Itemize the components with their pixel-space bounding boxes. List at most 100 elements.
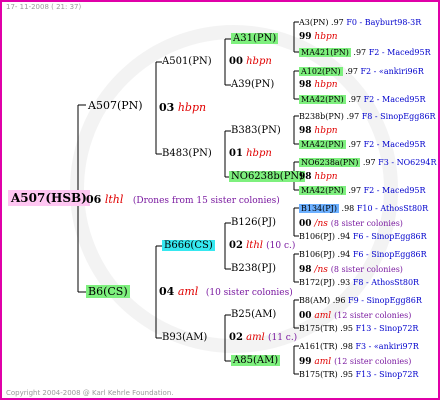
- leaf-value: .97: [348, 95, 362, 104]
- leaf-value: .98: [341, 204, 355, 213]
- queen-colony[interactable]: A507(PN): [88, 99, 143, 112]
- leaf-name: A3(PN): [299, 18, 329, 27]
- root-gen: 06: [86, 193, 102, 206]
- leaf-source: F8 - AthosSt80R: [352, 278, 420, 287]
- leaf-value: .98: [340, 342, 353, 351]
- a501-gen: 00: [229, 56, 243, 67]
- b483-gen: 01: [229, 148, 243, 159]
- leaf-name: B134(PJ): [299, 204, 339, 213]
- b93-colony[interactable]: B93(AM): [162, 331, 207, 344]
- leaf-row[interactable]: A3(PN) .97 F0 - Bayburt98-3R: [299, 16, 421, 29]
- leaf-value: .94: [337, 232, 351, 241]
- leaf-row[interactable]: NO6238a(PN) .97 F3 - NO6294R: [299, 156, 437, 169]
- root-label: A507(HSB): [8, 190, 90, 206]
- leaf-value: .97: [348, 186, 362, 195]
- leaf-name: B106(PJ): [299, 250, 335, 259]
- queen-info: 03 hbpn: [159, 101, 206, 114]
- b93-breeder: aml: [246, 332, 265, 343]
- leaf-row[interactable]: B106(PJ) .94 F6 - SinopEgg86R: [299, 230, 427, 243]
- b238-colony[interactable]: B238(PJ): [231, 262, 276, 275]
- leaf-row[interactable]: B8(AM) .96 F9 - SinopEgg86R: [299, 294, 422, 307]
- a39-colony[interactable]: A39(PN): [231, 78, 274, 91]
- no6238b-colony[interactable]: NO6238b(PN): [229, 170, 306, 183]
- a31-colony[interactable]: A31(PN): [231, 32, 279, 45]
- leaf-value: .97: [362, 158, 376, 167]
- leaf-row[interactable]: MA42(PN) .97 F2 - Maced95R: [299, 184, 426, 197]
- leaf-row[interactable]: MA421(PN) .97 F2 - Maced95R: [299, 46, 431, 59]
- copyright-text: Copyright 2004-2008 @ Karl Kehrle Founda…: [6, 389, 174, 397]
- b25-info: 00 aml (12 sister colonies): [299, 309, 411, 323]
- leaf-name: MA42(PN): [299, 140, 346, 149]
- b383-info: 98 hbpn: [299, 125, 338, 138]
- leaf-value: .97: [345, 67, 358, 76]
- a31-info: 99 hbpn: [299, 31, 338, 44]
- leaf-value: .95: [340, 370, 354, 379]
- leaf-value: .97: [346, 112, 360, 121]
- leaf-name: MA421(PN): [299, 48, 351, 57]
- leaf-row[interactable]: B175(TR) .95 F13 - Sinop72R: [299, 322, 418, 335]
- leaf-value: .95: [340, 324, 354, 333]
- root-colony[interactable]: A507(HSB): [8, 190, 90, 206]
- drone-line-note: (10 sister colonies): [205, 288, 293, 298]
- drone-line-breeder: aml: [177, 285, 199, 298]
- b126-gen: 00: [299, 219, 312, 229]
- a501-colony[interactable]: A501(PN): [162, 55, 212, 68]
- a85-colony[interactable]: A85(AM): [231, 354, 281, 367]
- b238-note: (8 sister colonies): [330, 265, 403, 274]
- leaf-value: .97: [353, 48, 367, 57]
- leaf-name: B175(TR): [299, 370, 338, 379]
- a501-breeder: hbpn: [246, 56, 272, 67]
- b666-colony[interactable]: B666(CS): [162, 239, 215, 252]
- leaf-name: MA42(PN): [299, 95, 346, 104]
- root-breeder: lthl: [104, 193, 124, 206]
- leaf-row[interactable]: B172(PJ) .93 F8 - AthosSt80R: [299, 276, 419, 289]
- b126-note: (8 sister colonies): [330, 219, 403, 228]
- drone-line-info: 04 aml (10 sister colonies): [159, 285, 293, 300]
- leaf-row[interactable]: MA42(PN) .97 F2 - Maced95R: [299, 93, 426, 106]
- queen-breeder: hbpn: [177, 101, 207, 114]
- leaf-name: NO6238a(PN): [299, 158, 361, 167]
- leaf-row[interactable]: B238b(PN) .97 F8 - SinopEgg86R: [299, 110, 436, 123]
- leaf-value: .93: [337, 278, 351, 287]
- leaf-source: F0 - Bayburt98-3R: [346, 18, 422, 27]
- drone-line-colony[interactable]: B6(CS): [86, 285, 130, 298]
- leaf-row[interactable]: A161(TR) .98 F3 - «ankiri97R: [299, 340, 419, 353]
- leaf-row[interactable]: B106(PJ) .94 F6 - SinopEgg86R: [299, 248, 427, 261]
- b126-info: 00 /ns (8 sister colonies): [299, 217, 403, 231]
- leaf-row[interactable]: B134(PJ) .98 F10 - AthosSt80R: [299, 202, 428, 215]
- a39-breeder: hbpn: [314, 80, 338, 90]
- leaf-source: F6 - SinopEgg86R: [352, 250, 427, 259]
- b126-colony[interactable]: B126(PJ): [231, 216, 276, 229]
- a85-note: (12 sister colonies): [334, 357, 412, 366]
- leaf-source: F2 - «ankiri96R: [360, 67, 424, 76]
- no6238b-label: NO6238b(PN): [229, 171, 306, 182]
- b93-gen: 02: [229, 332, 243, 343]
- a39-info: 98 hbpn: [299, 79, 338, 92]
- leaf-source: F8 - SinopEgg86R: [361, 112, 436, 121]
- no6238b-info: 98 hbpn: [299, 171, 338, 184]
- leaf-row[interactable]: A102(PN) .97 F2 - «ankiri96R: [299, 65, 424, 78]
- leaf-source: F2 - Maced95R: [363, 95, 426, 104]
- leaf-name: B106(PJ): [299, 232, 335, 241]
- leaf-source: F9 - SinopEgg86R: [348, 296, 422, 305]
- a501-info: 00 hbpn: [229, 55, 272, 68]
- leaf-name: A102(PN): [299, 67, 343, 76]
- b483-colony[interactable]: B483(PN): [162, 147, 212, 160]
- leaf-source: F13 - Sinop72R: [355, 324, 419, 333]
- leaf-name: B172(PJ): [299, 278, 335, 287]
- leaf-source: F3 - NO6294R: [378, 158, 437, 167]
- leaf-row[interactable]: MA42(PN) .97 F2 - Maced95R: [299, 138, 426, 151]
- leaf-value: .97: [331, 18, 344, 27]
- a39-gen: 98: [299, 80, 312, 90]
- leaf-name: B8(AM): [299, 296, 331, 305]
- b383-gen: 98: [299, 126, 312, 136]
- b483-info: 01 hbpn: [229, 147, 272, 160]
- leaf-source: F6 - SinopEgg86R: [352, 232, 427, 241]
- b383-colony[interactable]: B383(PN): [231, 124, 281, 137]
- root-info: 06 lthl (Drones from 15 sister colonies): [86, 193, 280, 208]
- b25-colony[interactable]: B25(AM): [231, 308, 276, 321]
- b666-breeder: lthl: [246, 240, 263, 251]
- a85-gen: 99: [299, 357, 312, 367]
- leaf-name: B238b(PN): [299, 112, 344, 121]
- leaf-row[interactable]: B175(TR) .95 F13 - Sinop72R: [299, 368, 418, 381]
